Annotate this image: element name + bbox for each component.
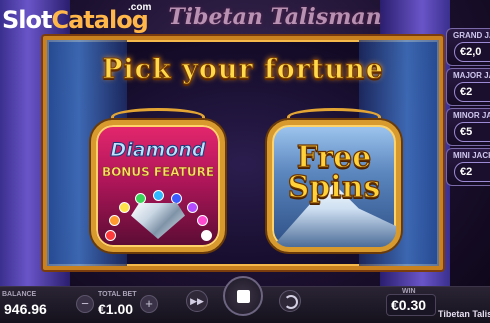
stop-icon [237,290,250,303]
option-frame: Diamond BONUS FEATURE [91,120,225,252]
gem-icon [105,230,116,241]
gem-icon [197,214,209,226]
total-bet-label: TOTAL BET [98,291,137,298]
increase-bet-button[interactable]: + [140,295,158,313]
diamond-bonus-feature-option[interactable]: Diamond BONUS FEATURE [91,108,225,256]
jackpot-label: MINOR JA [453,111,490,120]
jackpot-label: MINI JACK [453,151,490,160]
win-value: €0.30 [391,297,427,313]
bonus-option-subtitle: BONUS FEATURE [101,165,215,179]
jackpot-major: MAJOR JA €2 [446,68,490,106]
game-name-label: Tibetan Talism [438,309,490,319]
jackpot-label: GRAND JA [453,31,490,40]
spin-stop-button[interactable] [223,276,263,316]
autoplay-button[interactable] [279,290,301,312]
bonus-option-title: Diamond [110,139,206,162]
balance-value: 946.96 [4,301,47,317]
gem-icon [171,193,183,205]
jackpot-value: €2 [454,162,490,182]
pick-your-fortune-dialog: Pick your fortune Diamond BONUS FEATURE … [43,36,443,270]
jackpot-grand: GRAND JA €2,0 [446,28,490,66]
jackpot-label: MAJOR JA [453,71,490,80]
gem-icon [153,190,164,201]
free-spins-line-1: Free [296,140,372,175]
balance-label: BALANCE [2,291,37,298]
jackpot-mini: MINI JACK €2 [446,148,490,186]
free-spins-option[interactable]: Free Spins [267,108,401,256]
free-spins-line-2: Spins [287,170,381,205]
jackpot-panel: GRAND JA €2,0 MAJOR JA €2 MINOR JA €5 MI… [446,28,490,188]
fast-play-button[interactable]: ▶▶ [186,290,208,312]
gem-icon [186,201,198,213]
background-game-title: Tibetan Talisman [168,4,382,30]
jackpot-minor: MINOR JA €5 [446,108,490,146]
decrease-bet-button[interactable]: − [76,295,94,313]
dialog-headline: Pick your fortune [102,54,384,86]
gem-icon [201,230,212,241]
total-bet-value: €1.00 [98,301,134,317]
jackpot-value: €2 [454,82,490,102]
jackpot-value: €5 [454,122,490,142]
option-frame: Free Spins [267,120,401,252]
free-spins-option-title: Free Spins [272,140,396,205]
gem-icon [108,214,120,226]
logo-suffix: .com [128,2,152,13]
gem-icon [134,193,146,205]
logo-part-1: Slot [2,6,52,34]
gem-icon [119,201,131,213]
jackpot-value: €2,0 [454,42,490,62]
